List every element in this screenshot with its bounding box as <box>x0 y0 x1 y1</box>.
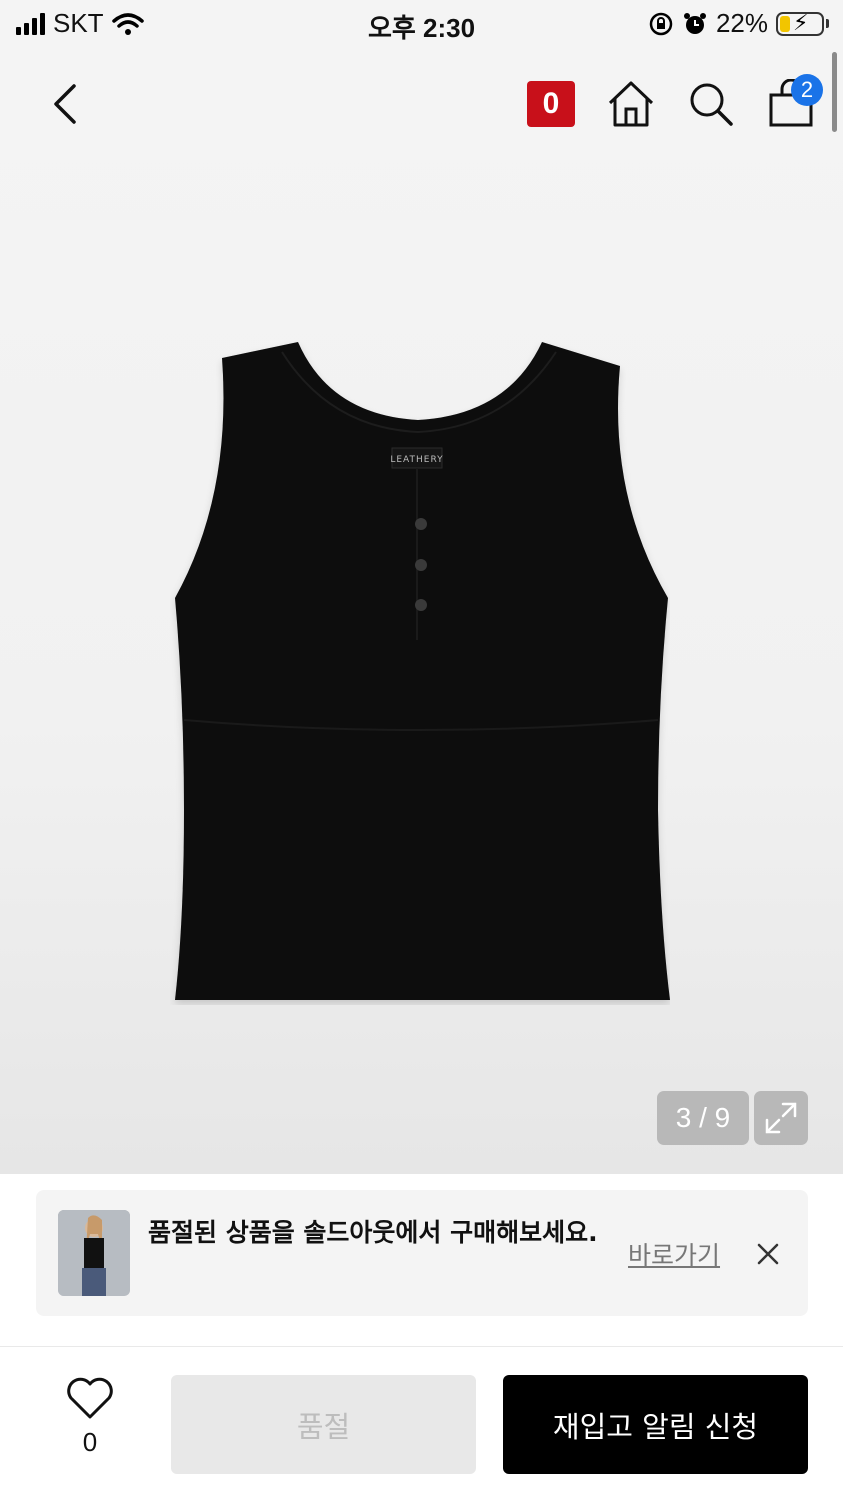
like-count: 0 <box>82 1427 98 1457</box>
bottom-action-bar: 0 품절 재입고 알림 신청 <box>0 1346 843 1501</box>
banner-go-link[interactable]: 바로가기 <box>628 1236 720 1272</box>
soldout-button[interactable]: 품절 <box>171 1375 476 1474</box>
product-label: LEATHERY <box>390 455 443 465</box>
close-icon <box>757 1243 779 1265</box>
brand-button[interactable]: 0 <box>523 76 579 132</box>
banner-thumbnail <box>58 1210 130 1296</box>
cart-button[interactable]: 2 <box>763 74 823 132</box>
home-button[interactable] <box>603 76 659 132</box>
like-button[interactable]: 0 <box>56 1377 124 1458</box>
expand-icon <box>765 1102 797 1134</box>
heart-icon <box>67 1377 113 1419</box>
restock-alert-button[interactable]: 재입고 알림 신청 <box>503 1375 808 1474</box>
banner-close-button[interactable] <box>748 1234 788 1274</box>
page-scrollbar[interactable] <box>832 52 837 132</box>
back-button[interactable] <box>40 76 92 132</box>
home-icon <box>608 81 654 127</box>
battery-percent: 22% <box>715 8 768 38</box>
battery-icon: ⚡ <box>776 11 824 36</box>
search-button[interactable] <box>683 76 739 132</box>
brand-logo: 0 <box>527 81 575 127</box>
status-right: 22% ⚡ <box>648 8 829 39</box>
back-icon <box>54 84 76 124</box>
search-icon <box>690 83 733 126</box>
orientation-lock-icon <box>649 12 673 35</box>
header-actions: 0 2 <box>523 74 823 132</box>
image-counter: 3 / 9 <box>657 1091 749 1145</box>
status-bar: SKT 오후 2:30 22% ⚡ <box>0 0 843 48</box>
alarm-icon <box>683 12 706 34</box>
expand-button[interactable] <box>754 1091 808 1145</box>
soldout-banner: 품절된 상품을 솔드아웃에서 구매해보세요. 바로가기 <box>36 1190 808 1316</box>
battery-cap <box>826 19 829 28</box>
product-image[interactable]: LEATHERY <box>170 340 670 1005</box>
banner-message: 품절된 상품을 솔드아웃에서 구매해보세요. <box>148 1218 598 1247</box>
cart-count-badge: 2 <box>791 74 823 106</box>
